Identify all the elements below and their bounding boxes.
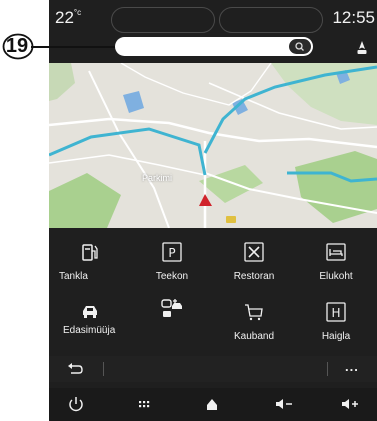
- poi-car-dealer-label: Edasimüüja: [63, 325, 116, 336]
- volume-down-button[interactable]: [271, 394, 297, 414]
- status-widget-right[interactable]: [219, 7, 323, 33]
- map-canvas: [49, 63, 377, 228]
- poi-hospital-label: Haigla: [321, 331, 351, 342]
- power-icon: [69, 397, 83, 412]
- poi-fuel-station[interactable]: Tankla: [49, 233, 131, 291]
- poi-parking[interactable]: P Teekon: [131, 233, 213, 291]
- svg-text:P: P: [168, 246, 175, 260]
- apps-grid-icon: [139, 401, 150, 408]
- poi-shopping[interactable]: Kauband: [213, 293, 295, 351]
- more-options-icon[interactable]: ...: [345, 359, 359, 374]
- callout-leader-line: [31, 46, 115, 48]
- status-widget-left[interactable]: [111, 7, 215, 33]
- apps-button[interactable]: [131, 394, 157, 414]
- callout-number: 19: [5, 35, 29, 57]
- shopping-cart-icon: [245, 304, 263, 321]
- car-dealer-icon: [83, 306, 97, 318]
- poi-hotel[interactable]: Elukoht: [295, 233, 377, 291]
- poi-hospital[interactable]: H Haigla: [295, 293, 377, 351]
- home-button[interactable]: [199, 394, 225, 414]
- restaurant-icon: [244, 242, 264, 262]
- poi-restaurant[interactable]: Restoran: [213, 233, 295, 291]
- hospital-icon: H: [326, 302, 346, 322]
- search-icon: [295, 42, 304, 51]
- svg-text:H: H: [331, 306, 340, 320]
- poi-restaurant-label: Restoran: [233, 271, 275, 282]
- map-toolbar: ...: [49, 356, 377, 382]
- hotel-icon: [326, 243, 346, 261]
- volume-up-icon: [342, 399, 358, 409]
- poi-parking-label: Teekon: [155, 271, 189, 282]
- search-input[interactable]: [115, 37, 313, 56]
- bottom-bar: [49, 388, 377, 421]
- status-bar: 22°c 12:55: [49, 0, 377, 38]
- fuel-icon: [82, 244, 98, 261]
- parking-icon: P: [162, 242, 182, 262]
- multimedia-screen: 22°c 12:55 Parkimi Tankla P Teekon Resto…: [49, 0, 377, 421]
- navigation-mode-icon[interactable]: [355, 40, 369, 56]
- poi-car-dealer[interactable]: Edasimüüja: [49, 293, 131, 351]
- power-button[interactable]: [63, 394, 89, 414]
- poi-hotel-label: Elukoht: [319, 271, 353, 282]
- search-button[interactable]: [289, 39, 311, 54]
- home-icon: [207, 399, 217, 410]
- poi-car-service[interactable]: [131, 293, 213, 351]
- poi-category-grid: Tankla P Teekon Restoran Elukoht Edasimü…: [49, 233, 377, 353]
- map-view[interactable]: Parkimi: [49, 63, 377, 228]
- volume-up-button[interactable]: [337, 394, 363, 414]
- car-service-icon: [161, 299, 182, 317]
- volume-down-icon: [276, 399, 292, 409]
- clock: 12:55: [332, 8, 375, 27]
- back-arrow-icon[interactable]: [67, 362, 83, 376]
- map-place-label: Parkimi: [142, 173, 173, 183]
- outside-temperature: 22°c: [55, 8, 82, 27]
- poi-fuel-label: Tankla: [59, 271, 88, 282]
- toolbar-divider-left: [103, 362, 104, 376]
- toolbar-divider-right: [327, 362, 328, 376]
- poi-shopping-label: Kauband: [233, 331, 275, 342]
